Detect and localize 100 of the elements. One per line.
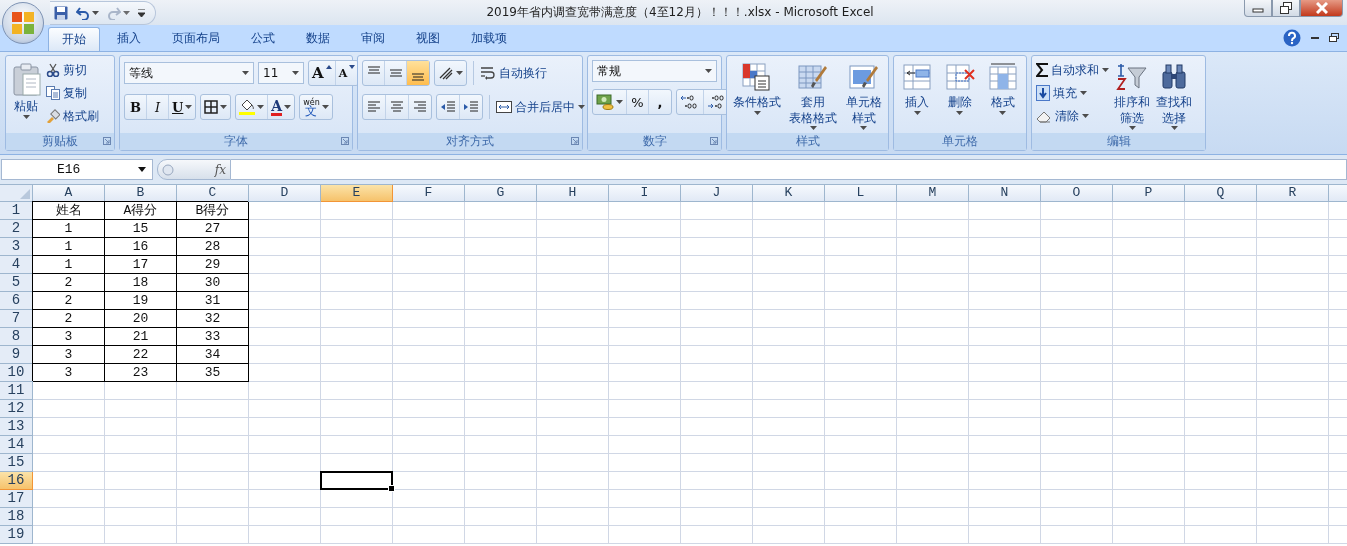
dialog-launcher-button[interactable]: [571, 137, 579, 145]
italic-button[interactable]: I: [147, 95, 169, 119]
column-header[interactable]: I: [609, 185, 681, 202]
table-cell: 29: [177, 256, 249, 274]
launcher-icon: [103, 137, 111, 145]
ribbon-tab[interactable]: 插入: [103, 27, 155, 49]
column-header[interactable]: D: [249, 185, 321, 202]
merge-center-button[interactable]: 合并后居中: [496, 97, 585, 117]
comma-style-button[interactable]: ,: [649, 90, 671, 114]
column-header[interactable]: G: [465, 185, 537, 202]
copy-icon: [46, 86, 60, 100]
row-header[interactable]: 3: [0, 238, 33, 256]
copy-button[interactable]: 复制: [46, 83, 99, 103]
column-header[interactable]: [1329, 185, 1347, 202]
caret-icon: [1082, 114, 1089, 118]
column-header[interactable]: J: [681, 185, 753, 202]
ribbon-tab[interactable]: 加载项: [457, 27, 521, 49]
percent-style-button[interactable]: %: [627, 90, 649, 114]
column-header[interactable]: P: [1113, 185, 1185, 202]
insert-cells-icon: [902, 62, 933, 92]
row-header[interactable]: 6: [0, 292, 33, 310]
row-header[interactable]: 18: [0, 508, 33, 526]
close-button[interactable]: [1300, 0, 1343, 17]
row-header[interactable]: 2: [0, 220, 33, 238]
row-header[interactable]: 5: [0, 274, 33, 292]
column-header[interactable]: K: [753, 185, 825, 202]
grow-font-button[interactable]: A: [309, 61, 336, 85]
font-name-field[interactable]: 等线: [124, 62, 254, 84]
wrap-text-button[interactable]: 自动换行: [480, 63, 547, 83]
column-header[interactable]: M: [897, 185, 969, 202]
phonetic-guide-button[interactable]: wén 文: [300, 95, 332, 119]
autosum-button[interactable]: 自动求和: [1036, 60, 1109, 80]
row-header[interactable]: 1: [0, 202, 33, 220]
caret-icon: [138, 8, 145, 17]
bottom-align-button[interactable]: [407, 61, 429, 85]
row-header[interactable]: 9: [0, 346, 33, 364]
format-cells-button[interactable]: 格式: [986, 60, 1019, 117]
row-header[interactable]: 13: [0, 418, 33, 436]
ribbon-tab[interactable]: 公式: [237, 27, 289, 49]
row-header[interactable]: 10: [0, 364, 33, 382]
number-format-field[interactable]: 常规: [592, 60, 717, 82]
cell-styles-button[interactable]: 单元格 样式: [844, 60, 883, 132]
currency-format-button[interactable]: [593, 90, 627, 114]
bold-button[interactable]: B: [125, 95, 147, 119]
ribbon-tab[interactable]: 数据: [292, 27, 344, 49]
find-select-button[interactable]: 查找和 选择: [1155, 60, 1193, 132]
dialog-launcher-button[interactable]: [103, 137, 111, 145]
row-header[interactable]: 17: [0, 490, 33, 508]
row-header[interactable]: 8: [0, 328, 33, 346]
underline-button[interactable]: U: [169, 95, 196, 119]
row-header[interactable]: 4: [0, 256, 33, 274]
column-header[interactable]: H: [537, 185, 609, 202]
insert-cells-button[interactable]: 插入: [901, 60, 934, 117]
paste-button[interactable]: 粘贴: [10, 60, 42, 121]
column-header[interactable]: E: [321, 185, 393, 202]
active-cell[interactable]: [320, 471, 393, 490]
window-title: 2019年省内调查宽带满意度（4至12月）！！！.xlsx - Microsoft Excel: [485, 4, 875, 21]
caret-icon: [1080, 91, 1087, 95]
group-label: 对齐方式: [446, 133, 494, 150]
column-header[interactable]: L: [825, 185, 897, 202]
formula-input-field[interactable]: [231, 159, 1347, 180]
ribbon-tab[interactable]: 视图: [402, 27, 454, 49]
fill-color-button[interactable]: [236, 95, 269, 119]
row-header[interactable]: 15: [0, 454, 33, 472]
fill-button[interactable]: 填充: [1036, 83, 1109, 103]
table-cell: 33: [177, 328, 249, 346]
office-button[interactable]: [2, 2, 44, 44]
fill-handle[interactable]: [388, 485, 395, 492]
insert-function-button[interactable]: fx: [157, 159, 231, 180]
font-size-field[interactable]: 11: [258, 62, 304, 84]
ribbon-tab[interactable]: 页面布局: [158, 27, 234, 49]
ribbon-tab[interactable]: 开始: [48, 27, 100, 51]
name-box[interactable]: E16: [1, 159, 153, 180]
decimal-arrow-icon: [680, 94, 700, 110]
dialog-launcher-button[interactable]: [341, 137, 349, 145]
restore-button[interactable]: [1272, 0, 1300, 17]
format-painter-button[interactable]: 格式刷: [46, 106, 99, 126]
dialog-launcher-button[interactable]: [710, 137, 718, 145]
caret-icon: [616, 100, 623, 104]
delete-cells-button[interactable]: 删除: [944, 60, 976, 117]
row-header[interactable]: 12: [0, 400, 33, 418]
row-header[interactable]: 19: [0, 526, 33, 544]
shrink-font-button[interactable]: A: [335, 61, 359, 85]
select-all-button[interactable]: [0, 185, 33, 202]
format-as-table-button[interactable]: 套用 表格格式: [788, 60, 839, 132]
ribbon-tab[interactable]: 审阅: [347, 27, 399, 49]
row-header[interactable]: 11: [0, 382, 33, 400]
clear-button[interactable]: 清除: [1036, 106, 1109, 126]
sort-filter-button[interactable]: 排序和 筛选: [1113, 60, 1151, 132]
row-header[interactable]: 14: [0, 436, 33, 454]
column-header[interactable]: R: [1257, 185, 1329, 202]
column-header[interactable]: F: [393, 185, 465, 202]
cut-button[interactable]: 剪切: [46, 60, 99, 80]
table-cell: 34: [177, 346, 249, 364]
conditional-formatting-button[interactable]: 条件格式: [732, 60, 783, 117]
column-header[interactable]: O: [1041, 185, 1113, 202]
column-header[interactable]: N: [969, 185, 1041, 202]
row-header[interactable]: 7: [0, 310, 33, 328]
row-header[interactable]: 16: [0, 472, 33, 490]
column-header[interactable]: Q: [1185, 185, 1257, 202]
